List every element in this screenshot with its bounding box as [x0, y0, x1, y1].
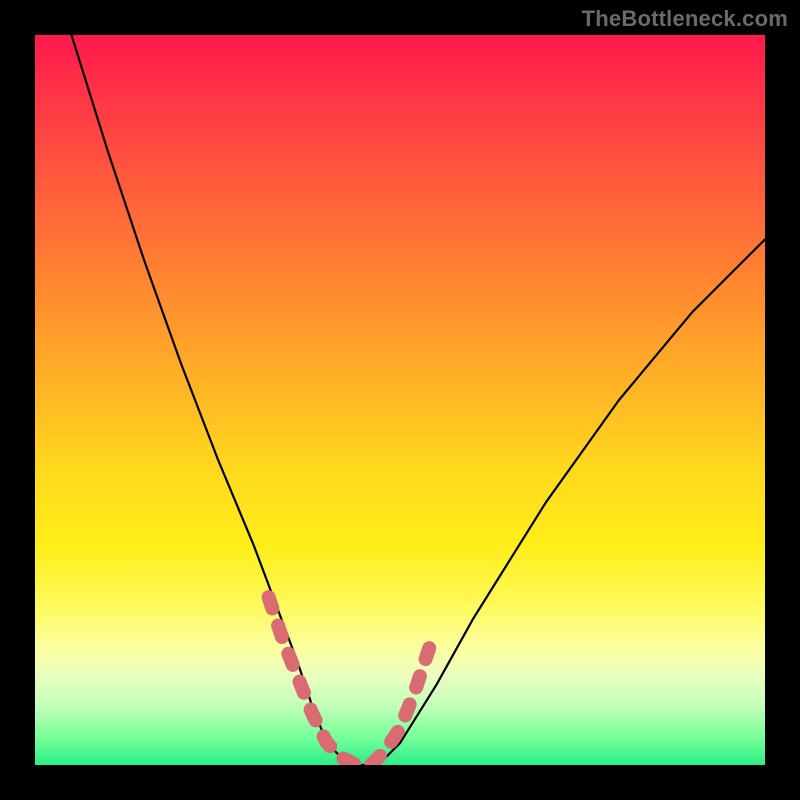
watermark-text: TheBottleneck.com — [582, 6, 788, 32]
gradient-background — [35, 35, 765, 765]
chart-frame: TheBottleneck.com — [0, 0, 800, 800]
